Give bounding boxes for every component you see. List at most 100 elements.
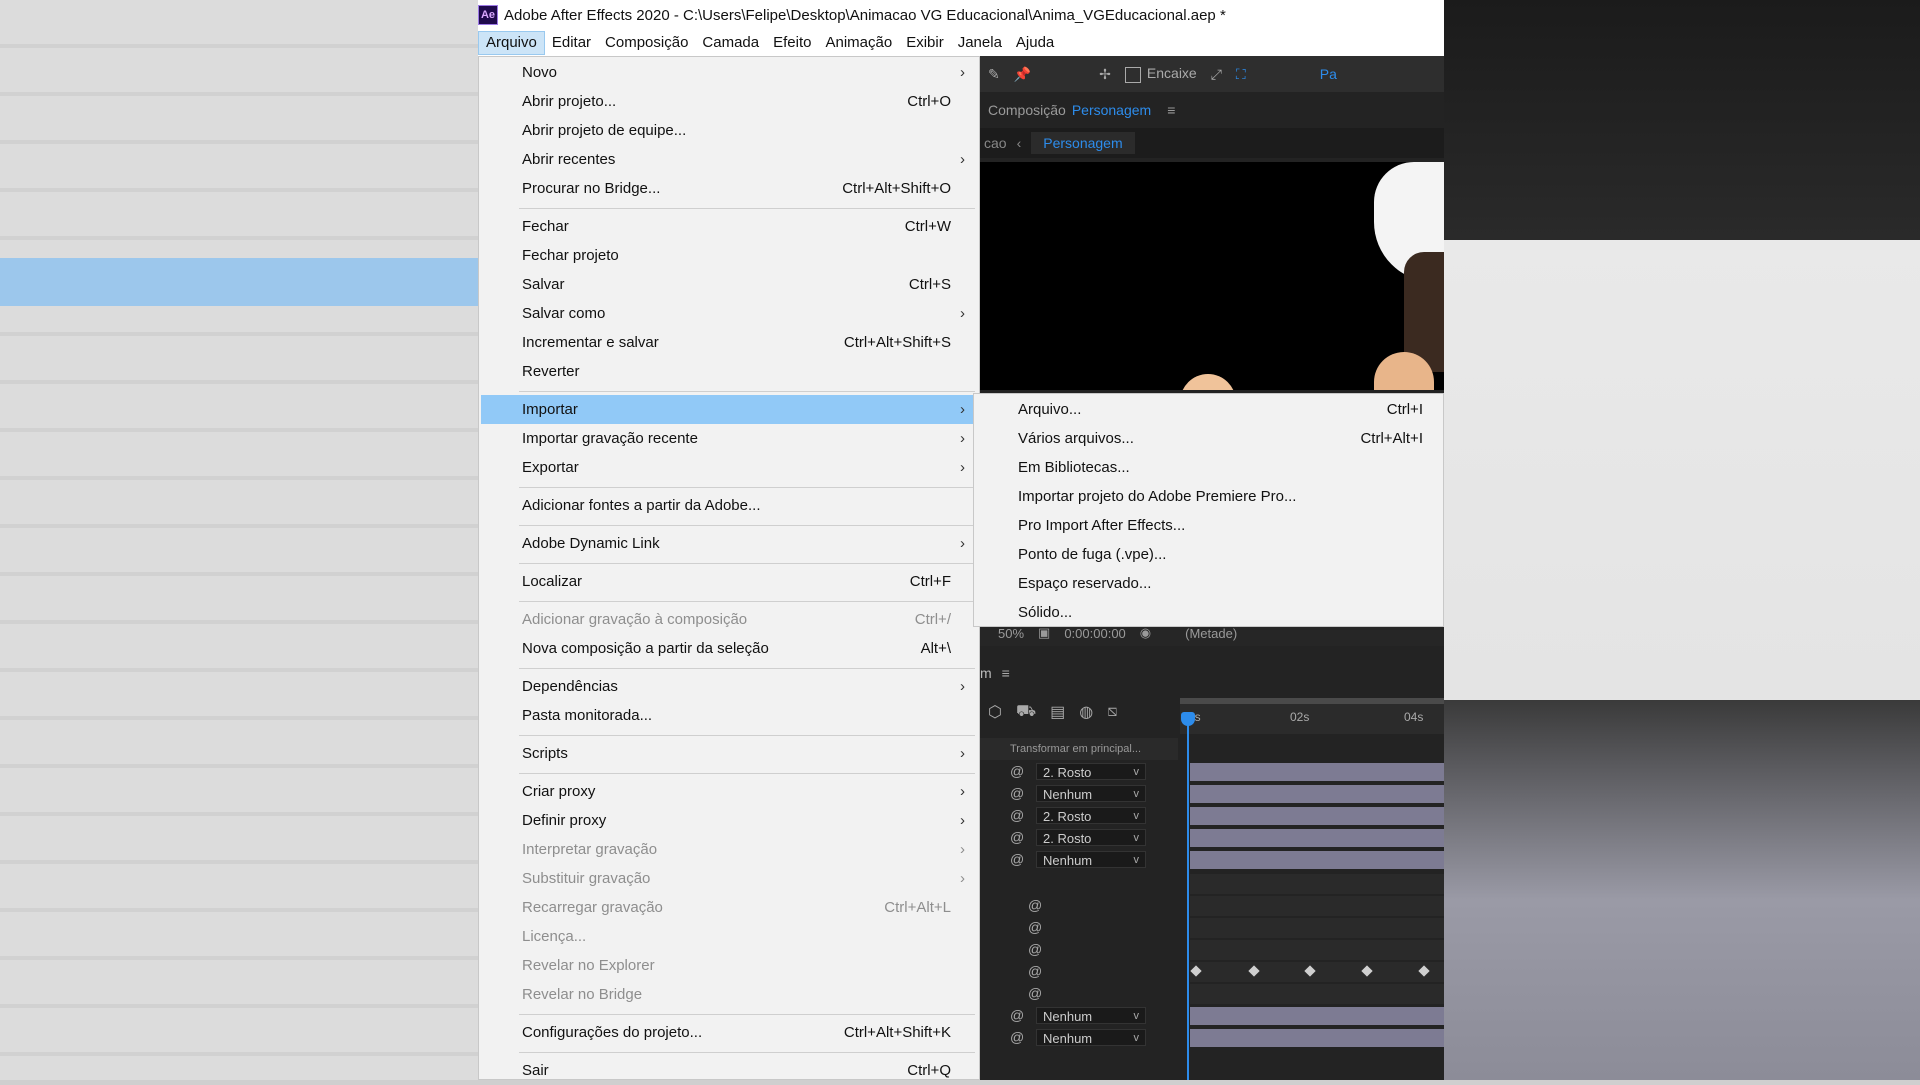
breadcrumb-current[interactable]: Personagem [1031, 132, 1135, 154]
menu-item-criar-proxy[interactable]: Criar proxy › [481, 777, 977, 806]
panel-menu-icon[interactable]: ≡ [1167, 102, 1175, 118]
parent-select[interactable]: 2. Rosto v [1036, 763, 1146, 780]
menu-item-definir-proxy[interactable]: Definir proxy › [481, 806, 977, 835]
layer-duration-bar[interactable] [1190, 785, 1444, 803]
submenu-item-pro-import[interactable]: Pro Import After Effects... [974, 511, 1443, 540]
pin-tool-icon[interactable]: 📌 [1014, 66, 1031, 83]
pickwhip-icon[interactable]: @ [1010, 829, 1024, 845]
pickwhip-icon[interactable]: @ [1028, 919, 1042, 935]
property-row[interactable]: @ [980, 984, 1444, 1004]
submenu-item-espaco-reservado[interactable]: Espaço reservado... [974, 569, 1443, 598]
menu-editar[interactable]: Editar [545, 32, 598, 54]
property-row[interactable]: @ [980, 962, 1444, 982]
keyframe-icon[interactable] [1361, 965, 1373, 977]
pickwhip-icon[interactable]: @ [1010, 851, 1024, 867]
parent-select[interactable]: 2. Rosto v [1036, 829, 1146, 846]
pickwhip-icon[interactable]: @ [1028, 941, 1042, 957]
menu-efeito[interactable]: Efeito [766, 32, 818, 54]
menu-item-fechar[interactable]: Fechar Ctrl+W [481, 212, 977, 241]
property-row[interactable]: @ [980, 918, 1444, 938]
layer-row[interactable]: @ Nenhum v [980, 1028, 1444, 1048]
playhead-line[interactable] [1187, 712, 1189, 1080]
resolution-select[interactable]: (Metade) [1185, 626, 1237, 641]
motion-blur-icon[interactable]: ◍ [1079, 702, 1093, 722]
camera-icon[interactable]: ◉ [1140, 625, 1151, 641]
menu-item-scripts[interactable]: Scripts › [481, 739, 977, 768]
snap-options-icon[interactable]: ⛶ [1236, 66, 1246, 83]
menu-item-incrementar-salvar[interactable]: Incrementar e salvar Ctrl+Alt+Shift+S [481, 328, 977, 357]
pickwhip-icon[interactable]: @ [1028, 985, 1042, 1001]
property-row[interactable] [980, 874, 1444, 894]
menu-item-procurar-bridge[interactable]: Procurar no Bridge... Ctrl+Alt+Shift+O [481, 174, 977, 203]
menu-item-abrir-projeto-equipe[interactable]: Abrir projeto de equipe... [481, 116, 977, 145]
menu-item-salvar[interactable]: Salvar Ctrl+S [481, 270, 977, 299]
expand-icon[interactable]: ⤢ [1211, 66, 1222, 83]
layer-duration-bar[interactable] [1190, 807, 1444, 825]
menu-item-adicionar-fontes[interactable]: Adicionar fontes a partir da Adobe... [481, 491, 977, 520]
layer-duration-bar[interactable] [1190, 1007, 1444, 1025]
layer-duration-bar[interactable] [1190, 1029, 1444, 1047]
work-area-bar[interactable] [1180, 698, 1444, 704]
layer-row[interactable]: @ Nenhum v [980, 784, 1444, 804]
draft-3d-icon[interactable]: ⬡ [988, 702, 1002, 722]
pickwhip-icon[interactable]: @ [1010, 807, 1024, 823]
pickwhip-icon[interactable]: @ [1010, 785, 1024, 801]
puppet-tool-icon[interactable]: ✢ [1099, 66, 1111, 83]
parent-select[interactable]: Nenhum v [1036, 1029, 1146, 1046]
submenu-item-arquivo[interactable]: Arquivo... Ctrl+I [974, 395, 1443, 424]
menu-animacao[interactable]: Animação [818, 32, 899, 54]
layer-row[interactable]: @ Nenhum v [980, 1006, 1444, 1026]
menu-janela[interactable]: Janela [951, 32, 1009, 54]
shy-icon[interactable]: ⛟ [1016, 702, 1036, 722]
composition-name[interactable]: Personagem [1072, 102, 1151, 118]
pickwhip-icon[interactable]: @ [1010, 1007, 1024, 1023]
parent-select[interactable]: Nenhum v [1036, 851, 1146, 868]
layer-duration-bar[interactable] [1190, 763, 1444, 781]
menu-item-dynamic-link[interactable]: Adobe Dynamic Link › [481, 529, 977, 558]
submenu-item-premiere-pro[interactable]: Importar projeto do Adobe Premiere Pro..… [974, 482, 1443, 511]
menu-item-abrir-projeto[interactable]: Abrir projeto... Ctrl+O [481, 87, 977, 116]
breadcrumb-previous[interactable]: cao [984, 135, 1007, 151]
keyframe-icon[interactable] [1248, 965, 1260, 977]
frame-blend-icon[interactable]: ▤ [1050, 702, 1065, 722]
chevron-left-icon[interactable]: ‹ [1017, 135, 1022, 151]
menu-item-salvar-como[interactable]: Salvar como › [481, 299, 977, 328]
menu-item-novo[interactable]: Novo › [481, 58, 977, 87]
pickwhip-icon[interactable]: @ [1028, 897, 1042, 913]
menu-item-nova-composicao-selecao[interactable]: Nova composição a partir da seleção Alt+\ [481, 634, 977, 663]
keyframe-icon[interactable] [1418, 965, 1430, 977]
keyframe-icon[interactable] [1190, 965, 1202, 977]
time-ruler[interactable]: 0s 02s 04s [1180, 698, 1444, 734]
menu-camada[interactable]: Camada [695, 32, 766, 54]
menu-item-configuracoes-projeto[interactable]: Configurações do projeto... Ctrl+Alt+Shif… [481, 1018, 977, 1047]
menu-arquivo[interactable]: Arquivo [478, 31, 545, 55]
menu-exibir[interactable]: Exibir [899, 32, 951, 54]
menu-item-abrir-recentes[interactable]: Abrir recentes › [481, 145, 977, 174]
property-row[interactable]: @ [980, 940, 1444, 960]
menu-item-sair[interactable]: Sair Ctrl+Q [481, 1056, 977, 1085]
brush-tool-icon[interactable]: ✎ [988, 66, 1000, 83]
menu-item-exportar[interactable]: Exportar › [481, 453, 977, 482]
menu-ajuda[interactable]: Ajuda [1009, 32, 1061, 54]
menu-item-fechar-projeto[interactable]: Fechar projeto [481, 241, 977, 270]
layer-duration-bar[interactable] [1190, 829, 1444, 847]
pickwhip-icon[interactable]: @ [1010, 1029, 1024, 1045]
menu-item-localizar[interactable]: Localizar Ctrl+F [481, 567, 977, 596]
parent-select[interactable]: 2. Rosto v [1036, 807, 1146, 824]
pickwhip-icon[interactable]: @ [1010, 763, 1024, 779]
layer-row[interactable]: @ 2. Rosto v [980, 806, 1444, 826]
menu-item-pasta-monitorada[interactable]: Pasta monitorada... [481, 701, 977, 730]
graph-editor-icon[interactable]: ⧅ [1107, 703, 1117, 721]
submenu-item-ponto-de-fuga[interactable]: Ponto de fuga (.vpe)... [974, 540, 1443, 569]
property-row[interactable]: @ [980, 896, 1444, 916]
submenu-item-em-bibliotecas[interactable]: Em Bibliotecas... [974, 453, 1443, 482]
menu-item-importar[interactable]: Importar › [481, 395, 977, 424]
keyframe-icon[interactable] [1304, 965, 1316, 977]
menu-item-importar-gravacao-recente[interactable]: Importar gravação recente › [481, 424, 977, 453]
timecode[interactable]: 0:00:00:00 [1064, 626, 1125, 641]
timeline-tab-label[interactable]: m [980, 665, 992, 681]
layer-row[interactable]: @ 2. Rosto v [980, 762, 1444, 782]
menu-composicao[interactable]: Composição [598, 32, 695, 54]
timeline-menu-icon[interactable]: ≡ [1002, 665, 1010, 681]
submenu-item-varios-arquivos[interactable]: Vários arquivos... Ctrl+Alt+I [974, 424, 1443, 453]
